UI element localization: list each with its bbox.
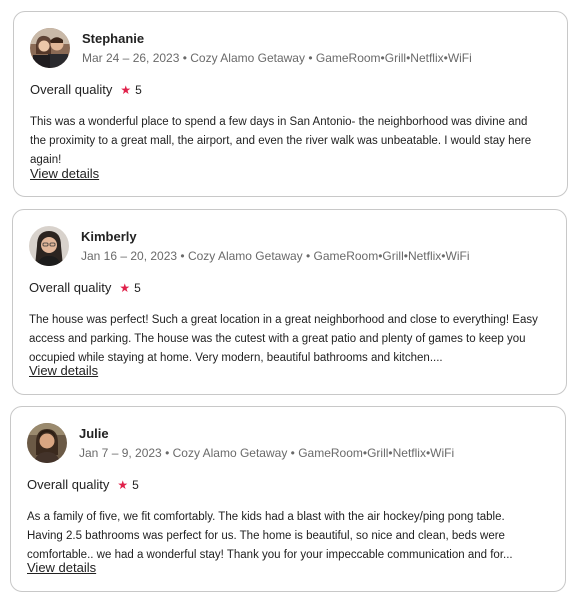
- review-text: As a family of five, we fit comfortably.…: [27, 511, 513, 561]
- view-details-link[interactable]: View details: [29, 363, 98, 378]
- rating-value: 5: [132, 477, 139, 492]
- star-icon: ★: [117, 477, 129, 492]
- overall-quality: Overall quality ★ 5: [27, 477, 139, 492]
- reviewer-name: Julie: [79, 426, 109, 441]
- review-text: The house was perfect! Such a great loca…: [29, 314, 538, 364]
- view-details-link[interactable]: View details: [30, 166, 99, 181]
- overall-quality: Overall quality ★ 5: [30, 82, 142, 97]
- quality-label: Overall quality: [29, 280, 112, 295]
- reviewer-name: Stephanie: [82, 31, 145, 46]
- stay-details: Mar 24 – 26, 2023 • Cozy Alamo Getaway •…: [82, 51, 472, 65]
- stay-details: Jan 16 – 20, 2023 • Cozy Alamo Getaway •…: [81, 249, 470, 263]
- quality-label: Overall quality: [30, 82, 113, 97]
- stay-details: Jan 7 – 9, 2023 • Cozy Alamo Getaway • G…: [79, 446, 455, 460]
- star-icon: ★: [120, 82, 132, 97]
- avatar: [29, 226, 69, 266]
- rating-value: 5: [135, 82, 142, 97]
- quality-label: Overall quality: [27, 477, 110, 492]
- view-details-link[interactable]: View details: [27, 560, 96, 575]
- rating-value: 5: [134, 280, 141, 295]
- review-card: Stephanie Mar 24 – 26, 2023 • Cozy Alamo…: [13, 11, 568, 197]
- star-icon: ★: [119, 280, 131, 295]
- avatar: [27, 423, 67, 463]
- reviewer-name: Kimberly: [81, 229, 137, 244]
- review-card: Julie Jan 7 – 9, 2023 • Cozy Alamo Getaw…: [10, 406, 566, 592]
- overall-quality: Overall quality ★ 5: [29, 280, 141, 295]
- avatar: [30, 28, 70, 68]
- review-text: This was a wonderful place to spend a fe…: [30, 116, 532, 166]
- review-card: Kimberly Jan 16 – 20, 2023 • Cozy Alamo …: [12, 209, 567, 395]
